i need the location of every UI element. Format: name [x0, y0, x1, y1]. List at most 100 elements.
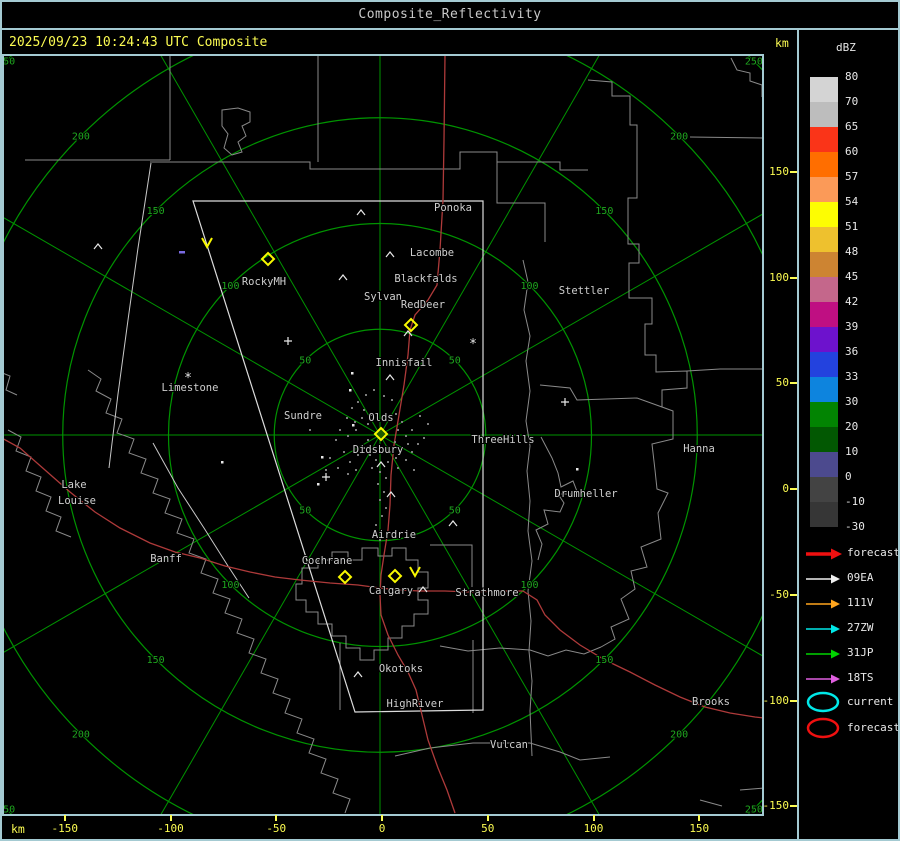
point-marker	[351, 372, 354, 375]
colorbar-label: 70	[845, 95, 859, 108]
panel-separator	[797, 29, 799, 841]
clutter-dot	[365, 394, 367, 396]
point-marker	[317, 483, 320, 486]
clutter-dot	[363, 409, 365, 411]
window-title: Composite_Reflectivity	[358, 6, 542, 22]
arrow-head	[831, 674, 840, 684]
ring-label-100: 100	[521, 281, 539, 292]
colorbar-label: 48	[845, 245, 859, 258]
clutter-dot	[419, 415, 421, 417]
x-axis-tick	[169, 815, 172, 821]
111V-arrow-icon	[806, 599, 840, 609]
ring-label-50: 50	[449, 505, 461, 516]
ellipse-shape	[806, 691, 840, 713]
18TS-arrow-icon	[806, 674, 840, 684]
city-label-limestone: Limestone	[162, 382, 219, 394]
colorbar-label: 33	[845, 370, 859, 383]
clutter-dot	[381, 515, 383, 517]
clutter-dot	[375, 459, 377, 461]
legend-arrow-glyph	[804, 671, 844, 690]
arrow-head	[831, 574, 840, 584]
y-axis-tick-label: 100	[769, 270, 789, 284]
municipal-boundary	[699, 787, 764, 807]
colorbar-cell	[810, 327, 838, 352]
clutter-dot	[383, 491, 385, 493]
colorbar-label: 30	[845, 395, 859, 408]
municipal-boundary	[439, 645, 602, 657]
09EA-arrow-icon	[806, 574, 840, 584]
x-axis-tick	[381, 815, 383, 821]
city-label-okotoks: Okotoks	[379, 663, 423, 675]
storm-cell-diamond	[260, 251, 276, 267]
point-marker	[321, 456, 324, 459]
ring-label-150: 150	[147, 206, 165, 217]
ring-label-200: 200	[670, 131, 688, 142]
forecast-ellipse-icon	[806, 717, 840, 739]
colorbar-cell	[810, 427, 838, 452]
title-separator	[0, 28, 900, 30]
x-axis-tick-label: 50	[481, 822, 495, 835]
radar-map[interactable]: 50 50 50 50 100 100 100 100 150 150 150 150 200 200 20…	[2, 54, 764, 816]
y-axis-tick-label: -150	[762, 799, 790, 813]
ring-label-250: 250	[745, 57, 763, 68]
x-axis-tick	[275, 815, 278, 821]
legend-ellipse-glyph	[804, 717, 844, 743]
legend-label-forecast: forecast	[847, 546, 900, 559]
clutter-dot	[387, 461, 389, 463]
27ZW-arrow-icon	[806, 624, 840, 634]
clutter-dot	[354, 421, 356, 423]
ring-label-200: 200	[72, 730, 90, 741]
clutter-dot	[427, 423, 429, 425]
clutter-dot	[401, 421, 403, 423]
legend-label-forecast: forecast	[847, 721, 900, 734]
colorbar-label: 80	[845, 70, 859, 83]
city-label-stettler: Stettler	[559, 285, 610, 297]
storm-motion-arrow	[409, 566, 421, 579]
storm-cell-diamond	[337, 569, 353, 585]
legend-arrow-glyph	[804, 646, 844, 665]
ellipse-shape	[806, 717, 840, 739]
y-axis-tick-label: 0	[782, 482, 789, 495]
municipal-boundary	[430, 544, 473, 587]
city-label-banff: Banff	[150, 553, 182, 565]
colorbar-cell	[810, 377, 838, 402]
ring-label-100: 100	[221, 281, 239, 292]
x-axis-tick-label: -150	[51, 822, 79, 835]
colorbar-title: dBZ	[836, 41, 856, 54]
storm-cell-diamond	[387, 568, 403, 584]
colorbar-label: -30	[845, 520, 865, 533]
arrow-head	[831, 624, 840, 634]
city-label-strathmore: Strathmore	[455, 587, 518, 599]
caret-marker	[385, 251, 395, 258]
legend-label-31jp: 31JP	[847, 646, 874, 659]
municipal-boundary	[2, 372, 72, 538]
caret-marker	[93, 243, 103, 250]
city-label-sylvan: Sylvan	[364, 291, 402, 303]
forecast-arrow-icon	[806, 548, 842, 560]
city-label-drumheller: Drumheller	[554, 488, 617, 500]
clutter-dot	[385, 477, 387, 479]
clutter-dot	[394, 441, 396, 443]
legend-label-current: current	[847, 695, 894, 708]
municipal-boundary	[150, 151, 588, 171]
y-axis-tick	[790, 382, 797, 385]
y-axis-tick	[790, 699, 797, 702]
31JP-arrow-icon	[806, 649, 840, 659]
x-axis-tick	[486, 815, 489, 821]
municipal-boundary	[686, 368, 764, 372]
clutter-dot	[379, 499, 381, 501]
colorbar-cell	[810, 152, 838, 177]
colorbar-label: 51	[845, 220, 859, 233]
timestamp-label: 2025/09/23 10:24:43 UTC Composite	[9, 35, 268, 50]
point-marker	[576, 468, 579, 471]
colorbar-cell	[810, 202, 838, 227]
colorbar-cell	[810, 277, 838, 302]
city-label-rockymh: RockyMH	[242, 276, 286, 288]
colorbar-cell	[810, 452, 838, 477]
municipal-boundary	[87, 369, 351, 814]
clutter-dot	[375, 524, 377, 526]
plus-marker	[284, 337, 292, 345]
city-label-vulcan: Vulcan	[490, 739, 528, 751]
clutter-dot	[397, 429, 399, 431]
caret-marker	[385, 374, 395, 381]
